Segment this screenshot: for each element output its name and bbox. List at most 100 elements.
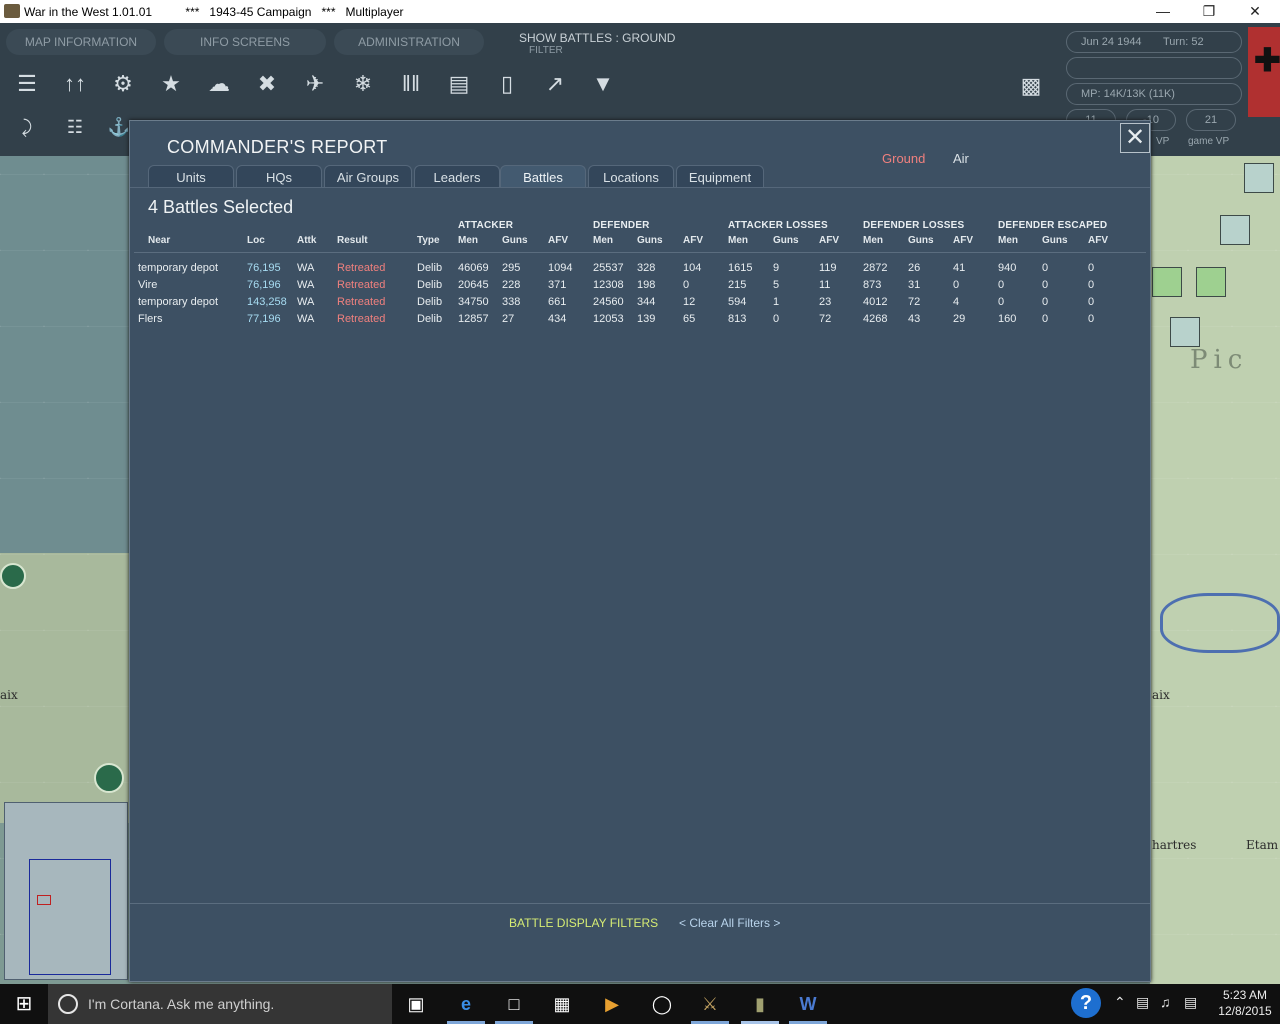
column-header-esc-men[interactable]: Men (998, 235, 1018, 246)
mode-air[interactable]: Air (953, 151, 969, 166)
cortana-search-box[interactable]: I'm Cortana. Ask me anything. (48, 984, 392, 1024)
column-header-att-guns[interactable]: Guns (502, 235, 528, 246)
show-battles-label[interactable]: SHOW BATTLES : GROUND (519, 31, 675, 45)
column-header-def-afv[interactable]: AFV (683, 235, 703, 246)
column-header-attk[interactable]: Attk (297, 235, 316, 246)
window-title: War in the West 1.01.01 *** 1943-45 Camp… (24, 5, 404, 19)
media-icon[interactable]: ▶ (598, 990, 626, 1018)
star-icon[interactable]: ★ (152, 65, 190, 103)
cell-esc-afv: 0 (1088, 296, 1095, 308)
clear-all-filters-button[interactable]: < Clear All Filters > (679, 916, 780, 930)
stats-bar-icon[interactable]: ▩ (1012, 67, 1050, 105)
witw-tank-icon[interactable]: ▮ (746, 990, 774, 1018)
store-icon[interactable]: ▦ (548, 990, 576, 1018)
tab-equipment[interactable]: Equipment (676, 165, 764, 188)
minimap[interactable] (4, 802, 128, 980)
depot-icon[interactable] (0, 563, 26, 589)
cell-loc[interactable]: 77,196 (247, 313, 281, 325)
windows-start-icon[interactable]: ⊞ (0, 984, 48, 1024)
tab-administration[interactable]: ADMINISTRATION (334, 29, 484, 55)
column-header-near[interactable]: Near (148, 235, 170, 246)
tab-locations[interactable]: Locations (588, 165, 674, 188)
tab-battles[interactable]: Battles (500, 165, 586, 188)
cell-esc-guns: 0 (1042, 262, 1049, 274)
volume-icon[interactable]: ♫ (1160, 994, 1171, 1010)
bomber-icon[interactable]: ✈ (296, 65, 334, 103)
column-header-attloss-men[interactable]: Men (728, 235, 748, 246)
cell-defloss-afv: 41 (953, 262, 966, 274)
network-icon[interactable]: ▤ (1136, 994, 1149, 1011)
minimize-button[interactable]: — (1140, 0, 1186, 23)
column-header-esc-afv[interactable]: AFV (1088, 235, 1108, 246)
close-dialog-button[interactable]: ✕ (1120, 123, 1150, 153)
help-icon[interactable]: ? (1071, 988, 1101, 1018)
depot-icon[interactable] (94, 763, 124, 793)
tab-units[interactable]: Units (148, 165, 234, 188)
witw-game-icon[interactable]: ⚔ (696, 990, 724, 1018)
satellite-icon[interactable]: ❄ (344, 65, 382, 103)
rail-icon[interactable]: ☷ (56, 111, 94, 143)
mode-ground[interactable]: Ground (882, 151, 925, 166)
supply-icon[interactable]: ▼ (584, 65, 622, 103)
notifications-icon[interactable]: ▤ (1184, 994, 1197, 1011)
hp-icon[interactable]: ◯ (648, 990, 676, 1018)
close-window-button[interactable]: ✕ (1232, 0, 1278, 23)
cell-loc[interactable]: 76,196 (247, 279, 281, 291)
task-view-icon[interactable]: ▣ (402, 990, 430, 1018)
group-header-defender: DEFENDER (593, 220, 650, 231)
cell-loc[interactable]: 76,195 (247, 262, 281, 274)
unit-arrows-icon[interactable]: ↑↑ (56, 65, 94, 103)
troops-icon[interactable]: ‖‖ (392, 65, 430, 103)
column-header-esc-guns[interactable]: Guns (1042, 235, 1068, 246)
cell-loc[interactable]: 143,258 (247, 296, 287, 308)
menu-icon[interactable]: ☰ (8, 65, 46, 103)
column-header-defloss-men[interactable]: Men (863, 235, 883, 246)
cell-att-men: 20645 (458, 279, 489, 291)
unit-counter[interactable] (1196, 267, 1226, 297)
tab-leaders[interactable]: Leaders (414, 165, 500, 188)
column-header-att-men[interactable]: Men (458, 235, 478, 246)
system-clock[interactable]: 5:23 AM 12/8/2015 (1210, 987, 1280, 1019)
file-icon[interactable]: □ (500, 990, 528, 1018)
word-icon[interactable]: W (794, 990, 822, 1018)
air-mission-icon[interactable]: ✖ (248, 65, 286, 103)
column-header-def-guns[interactable]: Guns (637, 235, 663, 246)
phone-icon[interactable]: ▯ (488, 65, 526, 103)
cell-att-guns: 228 (502, 279, 521, 291)
column-header-att-afv[interactable]: AFV (548, 235, 568, 246)
tab-map-information[interactable]: MAP INFORMATION (6, 29, 156, 55)
cell-attk: WA (297, 296, 315, 308)
group-header-attacker: ATTACKER (458, 220, 514, 231)
chart-icon[interactable]: ↗ (536, 65, 574, 103)
restore-button[interactable]: ❐ (1186, 0, 1232, 23)
column-header-defloss-guns[interactable]: Guns (908, 235, 934, 246)
weather-icon[interactable]: ☁ (200, 65, 238, 103)
cell-defloss-guns: 72 (908, 296, 921, 308)
column-header-type[interactable]: Type (417, 235, 440, 246)
tab-air-groups[interactable]: Air Groups (324, 165, 412, 188)
tab-info-screens[interactable]: INFO SCREENS (164, 29, 326, 55)
filter-label[interactable]: FILTER (529, 45, 563, 56)
unit-counter[interactable] (1220, 215, 1250, 245)
column-header-result[interactable]: Result (337, 235, 368, 246)
card-icon[interactable]: ▤ (440, 65, 478, 103)
column-header-attloss-guns[interactable]: Guns (773, 235, 799, 246)
cell-esc-men: 160 (998, 313, 1017, 325)
tab-hqs[interactable]: HQs (236, 165, 322, 188)
column-header-defloss-afv[interactable]: AFV (953, 235, 973, 246)
battle-display-filters-button[interactable]: BATTLE DISPLAY FILTERS (509, 916, 658, 930)
unit-counter[interactable] (1170, 317, 1200, 347)
tray-expand-icon[interactable]: ⌃ (1114, 994, 1126, 1011)
move-icon[interactable]: ⤸ (8, 111, 46, 143)
unit-counter[interactable] (1244, 163, 1274, 193)
unit-counter[interactable] (1152, 267, 1182, 297)
cell-esc-guns: 0 (1042, 296, 1049, 308)
cell-esc-guns: 0 (1042, 279, 1049, 291)
cell-near: Vire (138, 279, 158, 291)
column-header-def-men[interactable]: Men (593, 235, 613, 246)
column-header-attloss-afv[interactable]: AFV (819, 235, 839, 246)
edge-icon[interactable]: e (452, 990, 480, 1018)
column-header-loc[interactable]: Loc (247, 235, 265, 246)
minimap-viewport[interactable] (29, 859, 111, 975)
gear-icon[interactable]: ⚙ (104, 65, 142, 103)
